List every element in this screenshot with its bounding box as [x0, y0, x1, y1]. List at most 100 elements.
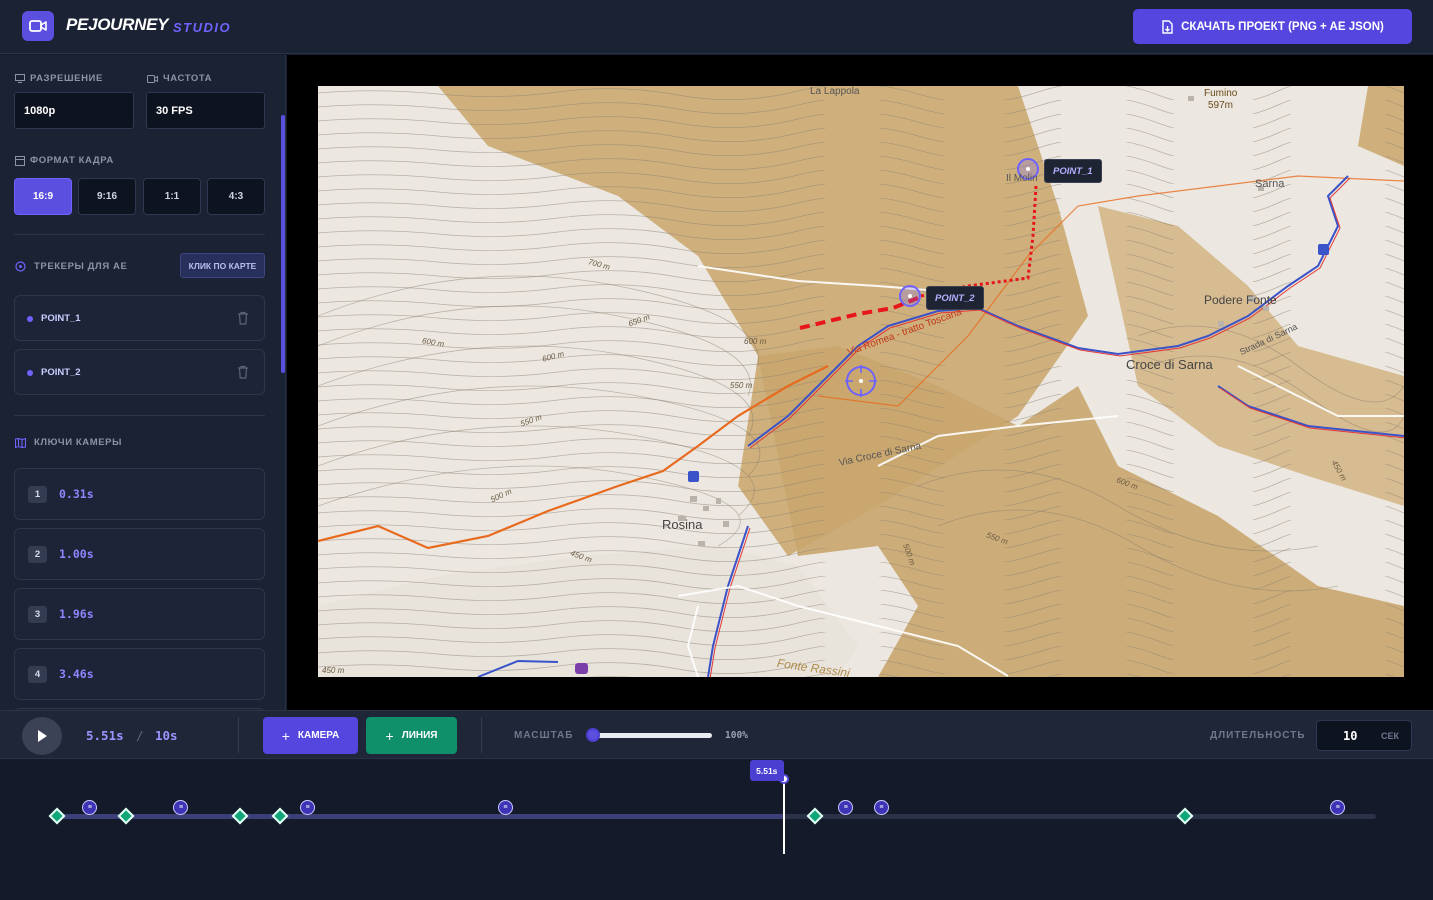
- plus-icon: +: [281, 727, 290, 744]
- tracker-tag[interactable]: POINT_1: [1044, 159, 1102, 183]
- map-label: Croce di Sarna: [1126, 357, 1213, 372]
- map-label: Sarna: [1255, 178, 1285, 190]
- resolution-select[interactable]: 1080p: [14, 92, 134, 129]
- trash-icon[interactable]: [237, 311, 249, 325]
- camera-key-item[interactable]: 2 1.00s: [14, 528, 265, 580]
- map-canvas[interactable]: La Lappola Fumino 597m Il Molin Sarna Po…: [318, 86, 1404, 677]
- download-label: СКАЧАТЬ ПРОЕКТ (PNG + AE JSON): [1181, 20, 1384, 33]
- video-camera-icon: [22, 11, 54, 41]
- contour-label: 600 m: [744, 337, 767, 346]
- time-separator: /: [136, 728, 144, 743]
- preview-area: La Lappola Fumino 597m Il Molin Sarna Po…: [287, 55, 1433, 710]
- contour-label: 550 m: [730, 381, 753, 390]
- ratio-9-16-button[interactable]: 9:16: [78, 178, 136, 215]
- key-time: 1.00s: [59, 547, 94, 561]
- target-icon: [15, 261, 26, 272]
- key-time: 0.31s: [59, 487, 94, 501]
- camera-keyframe-marker[interactable]: ≡: [173, 800, 189, 815]
- duration-value: 10: [1343, 729, 1358, 743]
- tracker-name: POINT_1: [41, 313, 81, 324]
- key-index: 1: [28, 486, 47, 503]
- divider: [481, 717, 482, 753]
- playhead[interactable]: [782, 778, 785, 854]
- playback-controls: 5.51s / 10s + КАМЕРА + ЛИНИЯ МАСШТАБ 100…: [0, 710, 1433, 759]
- map-label: Il Molin: [1006, 173, 1038, 184]
- camera-key-item[interactable]: 4 3.46s: [14, 648, 265, 700]
- camera-keyframe-marker[interactable]: ≡: [1330, 800, 1346, 815]
- camera-keys-section-label: КЛЮЧИ КАМЕРЫ: [15, 437, 122, 448]
- fps-section-label: ЧАСТОТА: [147, 73, 212, 84]
- divider: [14, 234, 265, 235]
- camera-key-item[interactable]: 3 1.96s: [14, 588, 265, 640]
- map-label: Fumino: [1204, 88, 1238, 99]
- tracker-dot: [27, 316, 33, 322]
- line-keyframe-marker[interactable]: [271, 807, 289, 825]
- header: PEJOURNEY STUDIO СКАЧАТЬ ПРОЕКТ (PNG + A…: [0, 0, 1433, 54]
- terrain-map: [318, 86, 1404, 677]
- key-time: 3.46s: [59, 667, 94, 681]
- resolution-section-label: РАЗРЕШЕНИЕ: [15, 73, 103, 84]
- key-time: 1.96s: [59, 607, 94, 621]
- sidebar-scrollbar[interactable]: [281, 115, 285, 373]
- divider: [14, 415, 265, 416]
- key-index: 4: [28, 666, 47, 683]
- tracker-dot: [27, 370, 33, 376]
- map-label: Rosina: [662, 517, 703, 532]
- timeline[interactable]: 5.51s ≡ ≡ ≡ ≡ ≡ ≡ ≡: [0, 760, 1433, 900]
- download-file-icon: [1162, 19, 1173, 34]
- play-button[interactable]: [22, 717, 62, 755]
- brand-title: PEJOURNEY: [66, 15, 169, 34]
- app: PEJOURNEY STUDIO СКАЧАТЬ ПРОЕКТ (PNG + A…: [0, 0, 1433, 900]
- camera-keyframe-marker[interactable]: ≡: [82, 800, 98, 815]
- frame-format-section-label: ФОРМАТ КАДРА: [15, 155, 114, 166]
- map-label: Podere Fonte: [1204, 293, 1277, 307]
- current-time: 5.51s: [86, 728, 124, 743]
- line-keyframe-marker[interactable]: [1176, 807, 1194, 825]
- ratio-1-1-button[interactable]: 1:1: [143, 178, 201, 215]
- camera-icon: [147, 74, 158, 83]
- camera-keyframe-marker[interactable]: ≡: [497, 800, 513, 815]
- map-book-icon: [15, 437, 26, 448]
- ratio-4-3-button[interactable]: 4:3: [207, 178, 265, 215]
- plus-icon: +: [385, 727, 394, 744]
- ratio-16-9-button[interactable]: 16:9: [14, 178, 72, 215]
- duration-label: ДЛИТЕЛЬНОСТЬ: [1210, 730, 1306, 741]
- tracker-name: POINT_2: [41, 367, 81, 378]
- timeline-progress: [57, 814, 784, 819]
- duration-input[interactable]: 10 СЕК: [1316, 720, 1412, 751]
- trackers-section-label: ТРЕКЕРЫ ДЛЯ AE: [15, 261, 127, 272]
- trash-icon[interactable]: [237, 365, 249, 379]
- add-camera-label: КАМЕРА: [297, 730, 340, 741]
- duration-unit: СЕК: [1381, 731, 1399, 741]
- camera-keyframe-marker[interactable]: ≡: [838, 800, 854, 815]
- line-keyframe-marker[interactable]: [48, 807, 66, 825]
- tracker-tag[interactable]: POINT_2: [926, 286, 984, 310]
- line-keyframe-marker[interactable]: [117, 807, 135, 825]
- camera-keyframe-marker[interactable]: ≡: [300, 800, 316, 815]
- divider: [238, 717, 239, 753]
- add-line-button[interactable]: + ЛИНИЯ: [366, 717, 457, 754]
- tracker-item[interactable]: POINT_2: [14, 349, 265, 395]
- tracker-item[interactable]: POINT_1: [14, 295, 265, 341]
- scale-slider-thumb[interactable]: [586, 728, 600, 742]
- key-index: 3: [28, 606, 47, 623]
- play-icon: [38, 730, 47, 742]
- line-keyframe-marker[interactable]: [806, 807, 824, 825]
- line-keyframe-marker[interactable]: [231, 807, 249, 825]
- scale-slider[interactable]: [592, 733, 712, 738]
- map-click-button[interactable]: КЛИК ПО КАРТЕ: [180, 253, 265, 278]
- sidebar: РАЗРЕШЕНИЕ ЧАСТОТА 1080p 30 FPS ФОРМАТ К…: [0, 55, 286, 710]
- fps-select[interactable]: 30 FPS: [146, 92, 265, 129]
- add-camera-button[interactable]: + КАМЕРА: [263, 717, 358, 754]
- map-label: La Lappola: [810, 86, 860, 97]
- monitor-icon: [15, 74, 25, 83]
- download-project-button[interactable]: СКАЧАТЬ ПРОЕКТ (PNG + AE JSON): [1133, 9, 1412, 44]
- frame-icon: [15, 155, 25, 166]
- map-label: 597m: [1208, 100, 1234, 111]
- scale-label: МАСШТАБ: [514, 730, 574, 741]
- contour-label: 450 m: [322, 666, 345, 675]
- key-index: 2: [28, 546, 47, 563]
- scale-value: 100%: [725, 730, 748, 741]
- camera-key-item[interactable]: 1 0.31s: [14, 468, 265, 520]
- camera-keyframe-marker[interactable]: ≡: [873, 800, 889, 815]
